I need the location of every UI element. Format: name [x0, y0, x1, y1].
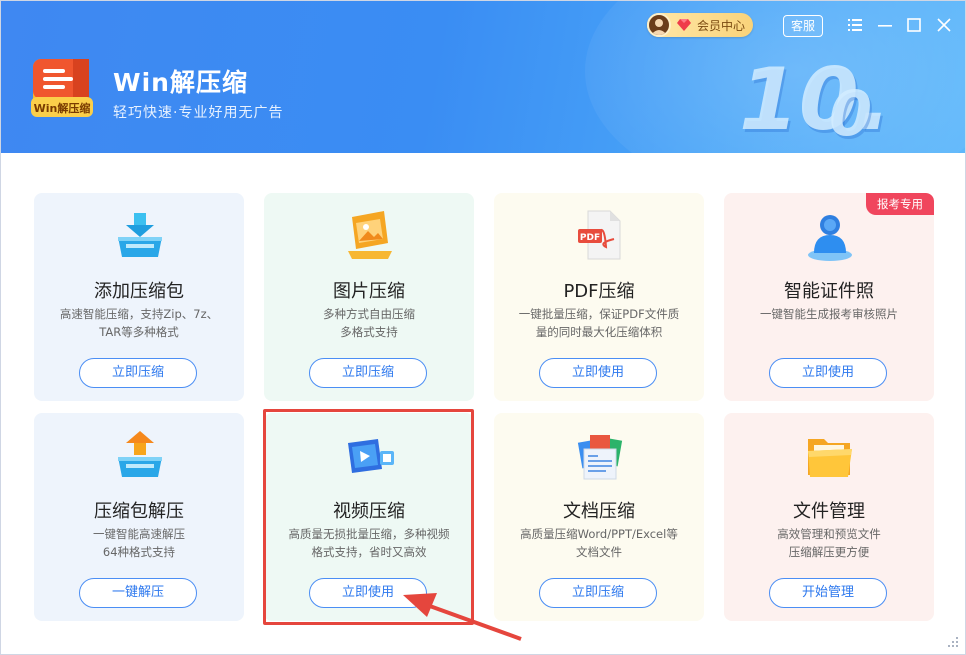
card-desc: 一键智能生成报考审核照片 [736, 305, 922, 323]
card-desc-line: 多格式支持 [340, 325, 398, 339]
card-title: 文档压缩 [563, 501, 635, 522]
card-desc-line: 一键智能生成报考审核照片 [760, 307, 898, 321]
image-icon [348, 211, 392, 259]
document-compress-button[interactable]: 立即压缩 [539, 578, 657, 608]
resize-grip-icon[interactable] [945, 634, 959, 648]
card-desc-line: 文档文件 [576, 545, 622, 559]
id-photo-button[interactable]: 立即使用 [769, 358, 887, 388]
vip-center-button[interactable]: 会员中心 [647, 13, 753, 37]
svg-text:PDF: PDF [580, 233, 600, 243]
customer-service-button[interactable]: 客服 [783, 15, 823, 37]
card-desc-line: 多种方式自由压缩 [323, 307, 415, 321]
card-title: 添加压缩包 [94, 281, 184, 302]
app-title: Win解压缩 [113, 68, 248, 97]
version-number: 10. 0 [739, 53, 909, 150]
logo-text: Win解压缩 [34, 101, 91, 115]
card-title: 压缩包解压 [94, 501, 184, 522]
add-archive-button[interactable]: 立即压缩 [79, 358, 197, 388]
app-logo: Win解压缩 [29, 57, 95, 121]
maximize-icon[interactable] [904, 15, 924, 35]
pdf-icon: PDF [578, 210, 621, 260]
card-image-compress: 图片压缩 多种方式自由压缩 多格式支持 立即压缩 [264, 193, 474, 401]
menu-icon[interactable] [845, 15, 865, 35]
card-title: PDF压缩 [563, 281, 635, 302]
documents-icon [577, 435, 623, 480]
vip-label: 会员中心 [697, 19, 746, 33]
minimize-icon[interactable] [875, 15, 895, 35]
app-window: Win解压缩 Win解压缩 轻巧快速·专业好用无广告 10. 0 会员中心 客服 [0, 0, 966, 655]
card-pdf-compress: PDF PDF压缩 一键批量压缩，保证PDF文件质 量的同时最大化压缩体积 立即… [494, 193, 704, 401]
feature-grid: 添加压缩包 高速智能压缩，支持Zip、7z、 TAR等多种格式 立即压缩 图片压… [1, 153, 965, 654]
card-desc: 一键批量压缩，保证PDF文件质 量的同时最大化压缩体积 [506, 305, 692, 341]
card-desc-line: TAR等多种格式 [99, 325, 179, 339]
card-desc-line: 一键批量压缩，保证PDF文件质 [518, 307, 680, 321]
card-desc: 高质量压缩Word/PPT/Excel等 文档文件 [506, 525, 692, 561]
image-compress-button[interactable]: 立即压缩 [309, 358, 427, 388]
extract-archive-button[interactable]: 一键解压 [79, 578, 197, 608]
avatar [647, 13, 671, 37]
card-file-manager: 文件管理 高效管理和预览文件 压缩解压更方便 开始管理 [724, 413, 934, 621]
card-desc: 高效管理和预览文件 压缩解压更方便 [736, 525, 922, 561]
card-desc-line: 量的同时最大化压缩体积 [535, 325, 663, 339]
app-subtitle: 轻巧快速·专业好用无广告 [113, 105, 284, 121]
pointer-arrow-icon [403, 593, 522, 641]
card-id-photo: 报考专用 智能证件照 一键智能生成报考审核照片 立即使用 [724, 193, 934, 401]
version-minor: 0 [829, 77, 873, 150]
card-desc-line: 压缩解压更方便 [788, 545, 870, 559]
card-add-archive: 添加压缩包 高速智能压缩，支持Zip、7z、 TAR等多种格式 立即压缩 [34, 193, 244, 401]
pdf-compress-button[interactable]: 立即使用 [539, 358, 657, 388]
card-title: 图片压缩 [333, 281, 405, 302]
exam-badge: 报考专用 [866, 193, 934, 215]
card-desc: 高速智能压缩，支持Zip、7z、 TAR等多种格式 [46, 305, 232, 341]
card-desc: 一键智能高速解压 64种格式支持 [46, 525, 232, 561]
person-photo-icon [808, 215, 852, 261]
card-desc: 多种方式自由压缩 多格式支持 [276, 305, 462, 341]
card-title: 智能证件照 [784, 281, 874, 302]
card-desc-line: 高效管理和预览文件 [777, 527, 881, 541]
card-desc-line: 高速智能压缩，支持Zip、7z、 [59, 307, 219, 321]
card-desc-line: 64种格式支持 [102, 545, 176, 559]
diamond-icon [677, 19, 691, 31]
card-desc-line: 高质量压缩Word/PPT/Excel等 [520, 527, 678, 541]
card-desc-line: 一键智能高速解压 [93, 527, 185, 541]
close-icon[interactable] [934, 15, 954, 35]
app-header: Win解压缩 Win解压缩 轻巧快速·专业好用无广告 10. 0 会员中心 客服 [1, 1, 965, 153]
card-extract-archive: 压缩包解压 一键智能高速解压 64种格式支持 一键解压 [34, 413, 244, 621]
box-upload-icon [118, 431, 162, 477]
file-manager-button[interactable]: 开始管理 [769, 578, 887, 608]
box-download-icon [118, 213, 162, 257]
card-title: 文件管理 [793, 501, 865, 522]
folder-icon [808, 439, 852, 477]
